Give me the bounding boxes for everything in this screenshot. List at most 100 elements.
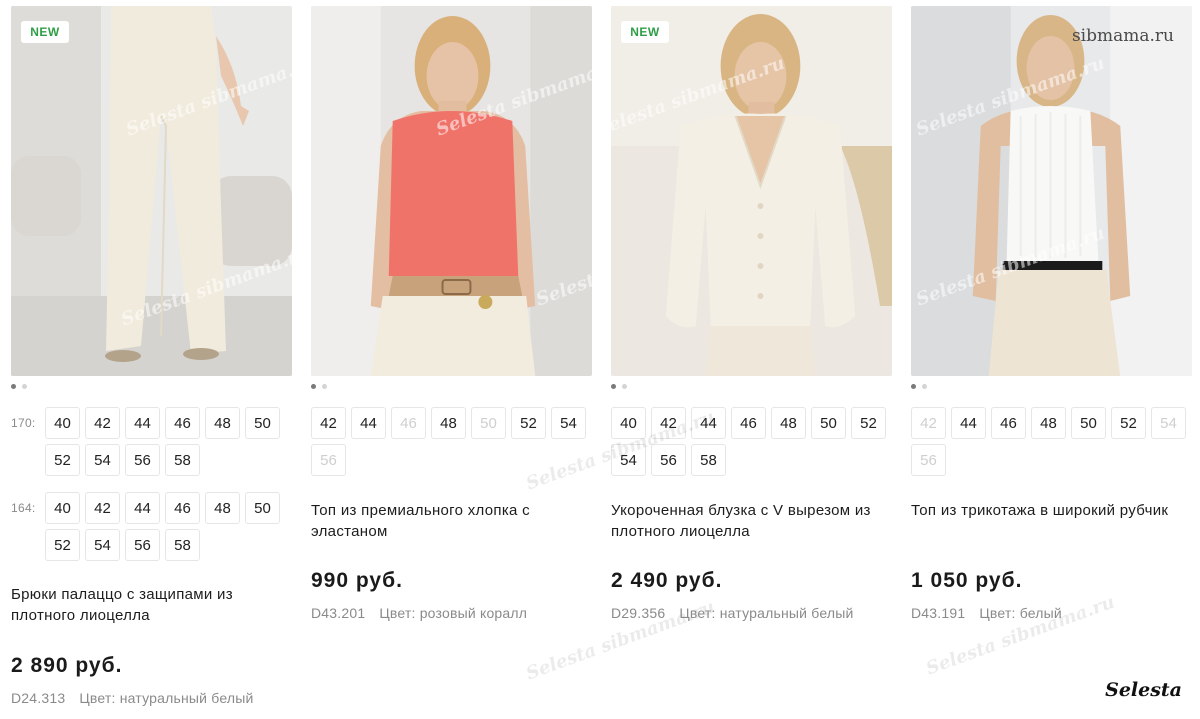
size-option-unavailable: 56 (911, 444, 946, 476)
carousel-dot-active[interactable] (611, 384, 616, 389)
product-photo[interactable]: NEW Selesta sibmama.ru (611, 6, 892, 376)
product-sku: D43.201 (311, 605, 366, 621)
product-meta: D43.201 Цвет: розовый коралл (311, 605, 527, 621)
size-group: 42 44 46 48 50 52 54 56 (311, 407, 591, 476)
carousel-dot[interactable] (22, 384, 27, 389)
product-price: 2 490 руб. (611, 569, 723, 592)
height-label: 170: (11, 416, 36, 430)
product-card[interactable]: Selesta sibmama.ru Selesta sibmama.ru 42… (311, 0, 718, 719)
size-option[interactable]: 44 (951, 407, 986, 439)
size-group: 42 44 46 48 50 52 54 56 (911, 407, 1191, 476)
product-card[interactable]: Selesta sibmama.ru Selesta sibmama.ru si… (911, 0, 1193, 719)
size-option[interactable]: 44 (125, 492, 160, 524)
size-option[interactable]: 52 (45, 529, 80, 561)
size-group-170: 170: 40 42 44 46 48 50 52 54 56 58 (11, 407, 285, 476)
size-option-unavailable: 50 (471, 407, 506, 439)
carousel-dot[interactable] (922, 384, 927, 389)
size-option[interactable]: 42 (311, 407, 346, 439)
size-option[interactable]: 40 (45, 407, 80, 439)
size-list: 42 44 46 48 50 52 54 56 (911, 407, 1191, 476)
product-meta: D24.313 Цвет: натуральный белый (11, 690, 254, 706)
product-card[interactable]: NEW Selesta sibmama.ru 40 42 44 46 48 50… (523, 0, 893, 719)
size-option[interactable]: 58 (165, 529, 200, 561)
size-option[interactable]: 52 (511, 407, 546, 439)
size-option[interactable]: 46 (165, 407, 200, 439)
size-option-unavailable: 54 (1151, 407, 1186, 439)
product-meta: D43.191 Цвет: белый (911, 605, 1062, 621)
size-option[interactable]: 48 (1031, 407, 1066, 439)
product-title[interactable]: Укороченная блузка с V вырезом из плотно… (611, 500, 891, 542)
carousel-dot[interactable] (622, 384, 627, 389)
size-list: 40 42 44 46 48 50 52 54 56 58 (611, 407, 891, 476)
size-option[interactable]: 52 (851, 407, 886, 439)
product-photo[interactable]: NEW Selesta sibmama.ru Selesta sibmama.r… (11, 6, 292, 376)
product-photo[interactable]: Selesta sibmama.ru Selesta sibmama.ru si… (911, 6, 1192, 376)
size-option[interactable]: 50 (1071, 407, 1106, 439)
size-option[interactable]: 54 (551, 407, 586, 439)
product-title[interactable]: Топ из премиального хлопка с эластаном (311, 500, 591, 542)
size-option[interactable]: 48 (205, 492, 240, 524)
size-option[interactable]: 56 (125, 444, 160, 476)
product-price: 1 050 руб. (911, 569, 1023, 592)
size-option[interactable]: 52 (45, 444, 80, 476)
size-option[interactable]: 40 (611, 407, 646, 439)
product-sku: D29.356 (611, 605, 666, 621)
size-option[interactable]: 58 (691, 444, 726, 476)
product-meta: D29.356 Цвет: натуральный белый (611, 605, 854, 621)
size-option[interactable]: 46 (165, 492, 200, 524)
size-option[interactable]: 44 (125, 407, 160, 439)
product-sku: D43.191 (911, 605, 966, 621)
size-option[interactable]: 42 (85, 407, 120, 439)
size-option[interactable]: 54 (85, 529, 120, 561)
product-card[interactable]: NEW Selesta sibmama.ru Selesta sibmama.r… (11, 0, 293, 719)
size-option[interactable]: 44 (691, 407, 726, 439)
brand-watermark: Selesta (1105, 679, 1182, 701)
size-option[interactable]: 46 (731, 407, 766, 439)
carousel-dot[interactable] (322, 384, 327, 389)
size-option[interactable]: 42 (85, 492, 120, 524)
size-option[interactable]: 50 (245, 407, 280, 439)
product-title[interactable]: Топ из трикотажа в широкий рубчик (911, 500, 1191, 521)
carousel-dot-active[interactable] (11, 384, 16, 389)
size-option[interactable]: 42 (651, 407, 686, 439)
new-badge: NEW (21, 21, 69, 43)
size-option[interactable]: 52 (1111, 407, 1146, 439)
product-color: Цвет: розовый коралл (379, 605, 528, 621)
size-option[interactable]: 58 (165, 444, 200, 476)
carousel-dot-active[interactable] (911, 384, 916, 389)
size-option[interactable]: 48 (431, 407, 466, 439)
size-option-unavailable: 46 (391, 407, 426, 439)
product-sku: D24.313 (11, 690, 66, 706)
site-watermark: sibmama.ru (1071, 26, 1174, 46)
size-option[interactable]: 50 (811, 407, 846, 439)
product-price: 2 890 руб. (11, 654, 123, 677)
photo-palazzo-pants (11, 6, 292, 376)
size-option[interactable]: 56 (651, 444, 686, 476)
size-option[interactable]: 44 (351, 407, 386, 439)
size-option-unavailable: 42 (911, 407, 946, 439)
product-color: Цвет: белый (979, 605, 1062, 621)
product-color: Цвет: натуральный белый (679, 605, 854, 621)
size-option[interactable]: 46 (991, 407, 1026, 439)
photo-carousel-dots[interactable] (611, 384, 627, 389)
product-photo[interactable]: Selesta sibmama.ru Selesta sibmama.ru (311, 6, 592, 376)
photo-v-neck-blouse (611, 6, 892, 376)
product-title[interactable]: Брюки палаццо с защипами из плотного лио… (11, 584, 291, 626)
size-option[interactable]: 54 (85, 444, 120, 476)
size-option-unavailable: 56 (311, 444, 346, 476)
size-option[interactable]: 48 (771, 407, 806, 439)
photo-carousel-dots[interactable] (311, 384, 327, 389)
size-list: 40 42 44 46 48 50 52 54 56 58 (45, 407, 285, 476)
product-color: Цвет: натуральный белый (79, 690, 254, 706)
size-option[interactable]: 48 (205, 407, 240, 439)
size-list: 42 44 46 48 50 52 54 56 (311, 407, 591, 476)
photo-carousel-dots[interactable] (11, 384, 27, 389)
size-list: 40 42 44 46 48 50 52 54 56 58 (45, 492, 285, 561)
photo-carousel-dots[interactable] (911, 384, 927, 389)
size-option[interactable]: 56 (125, 529, 160, 561)
carousel-dot-active[interactable] (311, 384, 316, 389)
size-option[interactable]: 50 (245, 492, 280, 524)
size-option[interactable]: 54 (611, 444, 646, 476)
size-option[interactable]: 40 (45, 492, 80, 524)
size-group: 40 42 44 46 48 50 52 54 56 58 (611, 407, 891, 476)
